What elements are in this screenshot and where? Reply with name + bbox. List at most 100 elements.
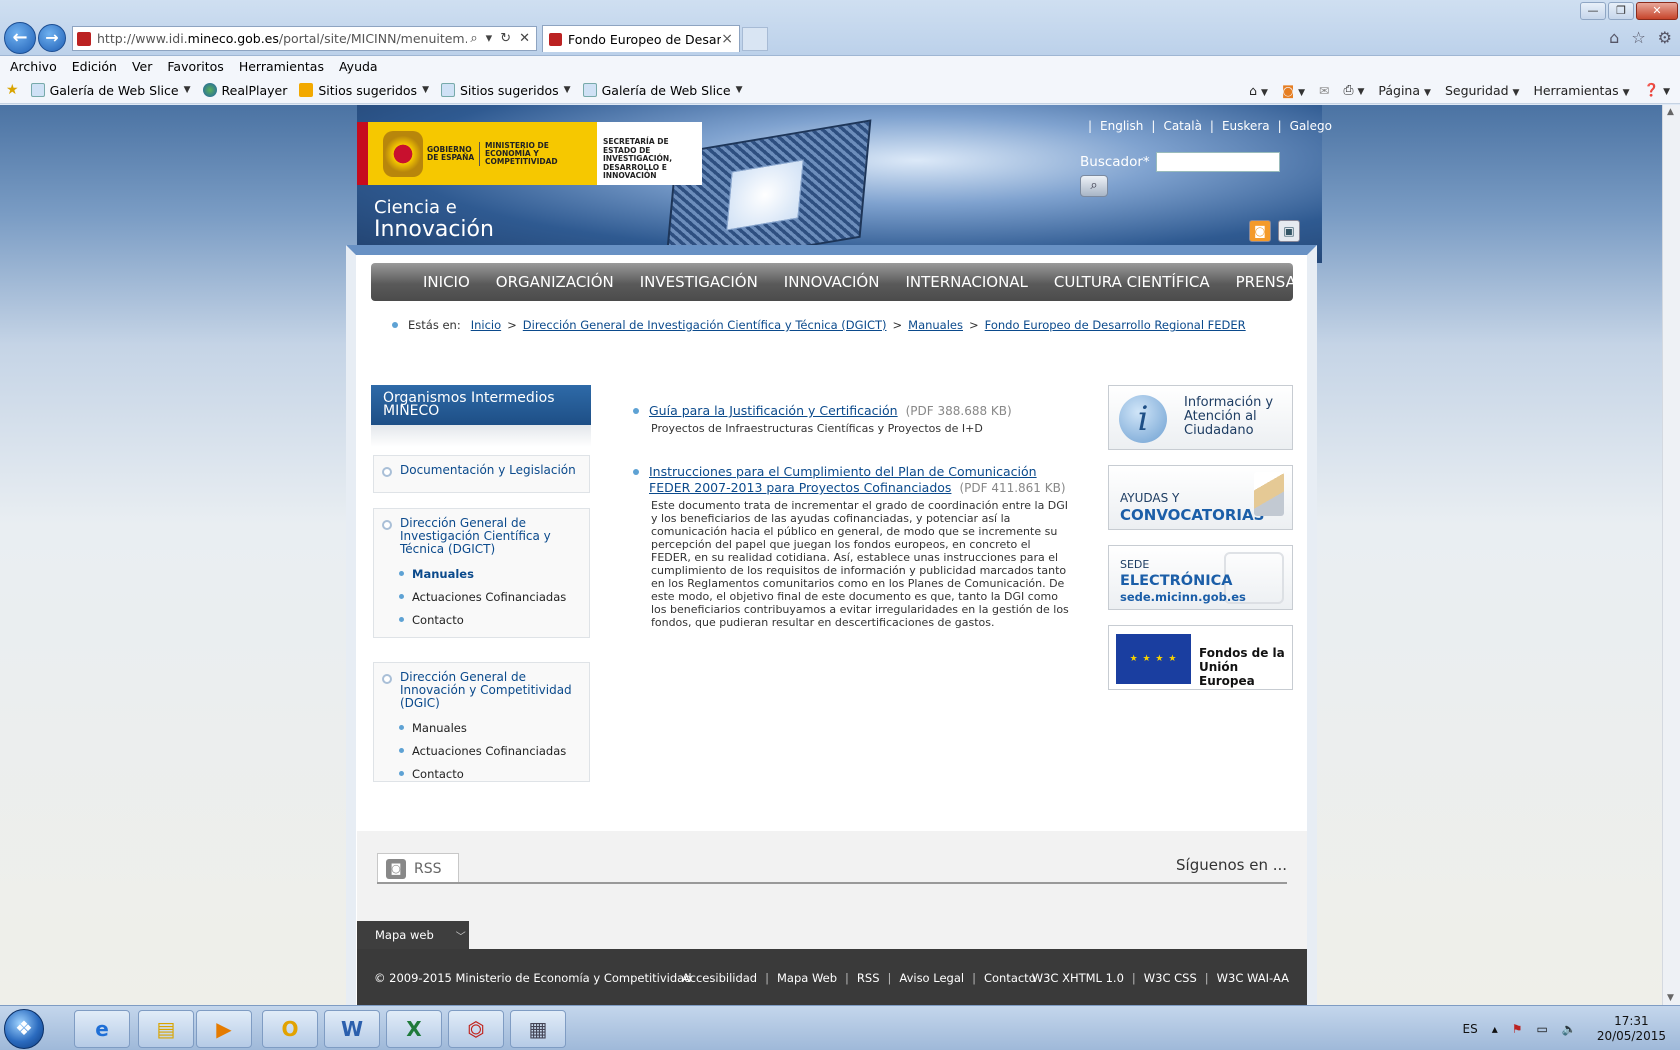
tab-close-icon[interactable]: × [721,31,733,47]
fav-web-slice-1[interactable]: Galería de Web Slice ▼ [30,83,191,98]
taskbar-ie-icon[interactable]: e [74,1010,130,1048]
taskbar-pdf-icon[interactable]: ⏣ [448,1010,504,1048]
banner-sede-electronica[interactable]: SEDE ELECTRÓNICA sede.micinn.gob.es [1108,545,1293,610]
vertical-scrollbar[interactable]: ▲ ▼ [1662,105,1680,1005]
breadcrumb-dgict[interactable]: Dirección General de Investigación Cient… [523,318,887,332]
language-indicator[interactable]: ES [1463,1022,1478,1036]
network-icon[interactable]: ▭ [1537,1022,1548,1036]
mail-icon[interactable]: ✉ [1319,83,1329,98]
clock[interactable]: 17:31 20/05/2015 [1597,1014,1666,1044]
menu-archivo[interactable]: Archivo [10,56,66,78]
address-url[interactable]: http://www.idi.mineco.gob.es/portal/site… [97,31,467,46]
breadcrumb-inicio[interactable]: Inicio [471,318,501,332]
home-icon[interactable]: ⌂ [1609,28,1619,47]
sidebar-item-actuaciones[interactable]: Actuaciones Cofinanciadas [374,739,589,762]
stop-icon[interactable]: ✕ [519,31,530,46]
tray-expand-icon[interactable]: ▴ [1492,1022,1498,1036]
footer-link-rss[interactable]: RSS [857,971,880,985]
volume-icon[interactable]: 🔈 [1562,1022,1577,1036]
rss-tab[interactable]: ◙ RSS [377,853,459,883]
fav-realplayer[interactable]: RealPlayer [202,83,287,98]
rss-icon[interactable]: ◙ [1249,220,1271,242]
site-title[interactable]: Ciencia e [374,197,457,218]
search-button[interactable]: ⌕ [1080,175,1108,197]
banner-informacion-ciudadano[interactable]: i Información y Atención al Ciudadano [1108,385,1293,450]
action-center-icon[interactable]: ⚑ [1512,1022,1523,1036]
tools-menu[interactable]: Herramientas ▼ [1533,83,1629,98]
sidebar-item-contacto[interactable]: Contacto [374,762,589,785]
search-input[interactable] [1156,152,1280,172]
banner-fondos-ue[interactable]: ★ ★ ★ ★ Fondos de la Unión Europea [1108,625,1293,690]
w3c-xhtml-link[interactable]: W3C XHTML 1.0 [1032,971,1124,985]
nav-internacional[interactable]: INTERNACIONAL [905,273,1027,291]
menu-edicion[interactable]: Edición [72,56,126,78]
nav-inicio[interactable]: INICIO [423,273,470,291]
sidebar-link-documentacion[interactable]: Documentación y Legislación [400,464,576,477]
feeds-icon[interactable]: ◙ ▼ [1282,83,1305,98]
page-menu[interactable]: Página ▼ [1378,83,1431,98]
refresh-icon[interactable]: ↻ [500,31,511,46]
tab-active[interactable]: Fondo Europeo de Desarrol... × [542,25,740,52]
help-icon[interactable]: ❓ ▼ [1644,82,1670,98]
maximize-button[interactable]: ❐ [1608,2,1634,20]
fav-web-slice-2[interactable]: Galería de Web Slice ▼ [582,83,743,98]
menu-favoritos[interactable]: Favoritos [167,56,232,78]
sidebar-item-contacto[interactable]: Contacto [374,608,589,631]
breadcrumb-manuales[interactable]: Manuales [908,318,963,332]
w3c-css-link[interactable]: W3C CSS [1144,971,1197,985]
footer-link-mapa-web[interactable]: Mapa Web [777,971,837,985]
menu-ayuda[interactable]: Ayuda [339,56,387,78]
taskbar-media-icon[interactable]: ▶ [196,1010,252,1048]
taskbar-excel-icon[interactable]: X [386,1010,442,1048]
widget-icon[interactable]: ▣ [1278,220,1300,242]
taskbar-outlook-icon[interactable]: O [262,1010,318,1048]
w3c-wai-link[interactable]: W3C WAI-AA [1217,971,1289,985]
favorites-star-icon[interactable]: ★ [6,82,19,98]
lang-galego[interactable]: Galego [1290,119,1332,133]
back-button[interactable]: ← [4,22,36,54]
fav-suggested-2[interactable]: Sitios sugeridos ▼ [440,83,571,98]
sidebar-link-dgic[interactable]: Dirección General de Innovación y Compet… [400,671,581,710]
lang-catala[interactable]: Català [1163,119,1201,133]
nav-investigacion[interactable]: INVESTIGACIÓN [640,273,758,291]
sidebar-item-actuaciones[interactable]: Actuaciones Cofinanciadas [374,585,589,608]
start-button[interactable] [4,1009,44,1049]
new-tab-button[interactable] [742,27,768,51]
menu-ver[interactable]: Ver [132,56,161,78]
footer-link-accesibilidad[interactable]: Accesibilidad [682,971,757,985]
forward-button[interactable]: → [38,24,66,52]
fav-suggested-1[interactable]: Sitios sugeridos ▼ [299,83,429,98]
address-bar[interactable]: http://www.idi.mineco.gob.es/portal/site… [72,26,537,51]
nav-prensa[interactable]: PRENSA [1236,273,1296,291]
home-icon[interactable]: ⌂ ▼ [1249,83,1268,98]
tools-gear-icon[interactable]: ⚙ [1658,28,1672,47]
sidebar-item-manuales[interactable]: Manuales [374,716,589,739]
lang-english[interactable]: English [1100,119,1143,133]
menu-herramientas[interactable]: Herramientas [239,56,333,78]
site-title[interactable]: Innovación [374,217,494,242]
dropdown-icon[interactable]: ▾ [486,31,493,46]
nav-organizacion[interactable]: ORGANIZACIÓN [496,273,614,291]
banner-ayudas-convocatorias[interactable]: AYUDAS Y CONVOCATORIAS [1108,465,1293,530]
taskbar-calculator-icon[interactable]: ▦ [510,1010,566,1048]
scroll-up-icon[interactable]: ▲ [1667,107,1674,117]
sitemap-toggle[interactable]: Mapa web ﹀ [357,921,469,949]
document-link[interactable]: Guía para la Justificación y Certificaci… [649,403,898,418]
footer-link-aviso-legal[interactable]: Aviso Legal [899,971,964,985]
security-menu[interactable]: Seguridad ▼ [1445,83,1520,98]
print-icon[interactable]: ⎙ ▼ [1343,82,1364,98]
minimize-button[interactable]: — [1580,2,1606,20]
breadcrumb-feder[interactable]: Fondo Europeo de Desarrollo Regional FED… [985,318,1246,332]
scroll-down-icon[interactable]: ▼ [1667,993,1674,1003]
footer-link-contacto[interactable]: Contacto [984,971,1036,985]
taskbar-word-icon[interactable]: W [324,1010,380,1048]
government-logo[interactable]: GOBIERNO DE ESPAÑA MINISTERIO DE ECONOMÍ… [357,122,702,185]
sidebar-item-manuales[interactable]: Manuales [374,562,589,585]
taskbar-explorer-icon[interactable]: ▤ [138,1010,194,1048]
sidebar-link-dgict[interactable]: Dirección General de Investigación Cient… [400,517,581,556]
nav-innovacion[interactable]: INNOVACIÓN [784,273,880,291]
close-window-button[interactable]: ✕ [1636,2,1678,20]
nav-cultura-cientifica[interactable]: CULTURA CIENTÍFICA [1054,273,1210,291]
search-icon[interactable]: ⌕ [470,31,477,46]
lang-euskera[interactable]: Euskera [1222,119,1270,133]
